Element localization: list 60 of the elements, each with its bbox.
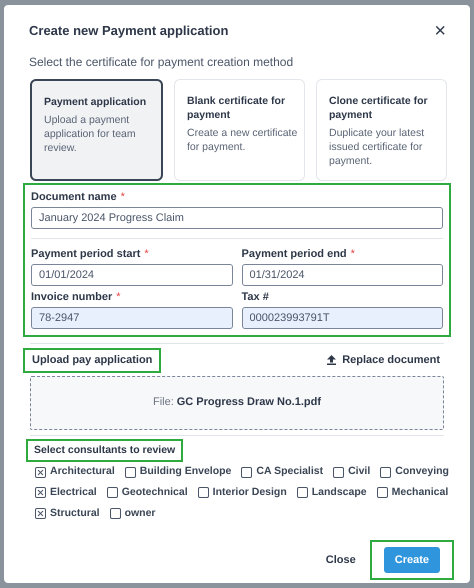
field-label: Invoice number (31, 291, 112, 304)
card-description: Duplicate your latest issued certificate for payment. (329, 126, 426, 168)
field-label: Document name (31, 191, 117, 204)
x-icon (37, 489, 44, 496)
consultant-checkbox[interactable]: Structural (35, 506, 100, 522)
consultant-checkbox[interactable]: CA Specialist (241, 464, 324, 480)
section-label: Select consultants to review (26, 438, 184, 462)
card-title: Payment application (44, 95, 146, 109)
consultant-checkbox[interactable]: Electrical (35, 485, 97, 501)
input-field[interactable]: 01/01/2024 (31, 264, 232, 286)
method-card[interactable]: Payment application Upload a payment application for team review. (30, 79, 163, 181)
checkbox[interactable] (124, 466, 136, 478)
checkbox[interactable] (198, 487, 209, 498)
method-card[interactable]: Clone certificate for payment Duplicate your latest issued certificate for payment. (316, 79, 447, 181)
file-drop-zone[interactable]: File: GC Progress Draw No.1.pdf (30, 376, 444, 430)
checkbox[interactable] (296, 487, 308, 498)
checkbox[interactable] (35, 466, 46, 478)
checkbox[interactable] (333, 466, 344, 478)
input-field[interactable]: January 2024 Progress Claim (31, 207, 443, 229)
field-label: Payment period end (242, 248, 347, 261)
required-asterisk: * (120, 191, 125, 204)
method-prompt: Select the certificate for payment creation method (28, 54, 294, 71)
card-title: Blank certificate for payment (187, 94, 286, 122)
checkbox[interactable] (380, 466, 392, 478)
consultant-checkbox[interactable]: Interior Design (198, 485, 287, 501)
method-card[interactable]: Blank certificate for payment Create a new certificate for payment. (174, 79, 305, 181)
consultant-checkbox[interactable]: Building Envelope (124, 464, 232, 480)
required-asterisk: * (144, 248, 149, 261)
file-label: File: (152, 395, 174, 410)
checkbox[interactable] (35, 508, 46, 520)
dialog-title: Create new Payment application (29, 22, 228, 40)
card-description: Upload a payment application for team review. (44, 113, 137, 155)
field-label: Tax # (242, 291, 269, 304)
checkbox[interactable] (241, 466, 252, 478)
checkbox[interactable] (35, 487, 46, 498)
input-field[interactable]: 000023993791T (242, 307, 443, 329)
section-label: Upload pay application (23, 348, 162, 372)
card-title: Clone certificate for payment (329, 94, 429, 122)
x-icon (37, 468, 44, 476)
input-field[interactable]: 78-2947 (31, 307, 232, 329)
required-asterisk: * (350, 248, 355, 261)
checkbox[interactable] (110, 508, 121, 520)
consultant-checkbox[interactable]: Architectural (35, 464, 115, 480)
upload-icon (327, 355, 336, 366)
input-field[interactable]: 01/31/2024 (242, 264, 443, 286)
consultant-checkbox[interactable]: Landscape (296, 485, 367, 501)
required-asterisk: * (116, 291, 121, 304)
replace-document-button[interactable]: Replace document (327, 352, 448, 368)
close-button[interactable]: Close (326, 552, 356, 568)
consultant-checkbox[interactable]: Conveying (380, 464, 449, 480)
consultant-checkbox[interactable]: Mechanical (376, 485, 448, 501)
checkbox[interactable] (376, 487, 388, 498)
x-icon (37, 510, 44, 518)
consultant-checkbox[interactable]: Civil (333, 464, 370, 480)
file-name: GC Progress Draw No.1.pdf (176, 395, 322, 410)
field-label: Payment period start (31, 248, 140, 261)
checkbox[interactable] (106, 487, 118, 498)
card-description: Create a new certificate for payment. (187, 126, 298, 154)
consultant-checkbox[interactable]: Geotechnical (106, 485, 188, 501)
consultant-checkbox[interactable]: owner (110, 506, 156, 522)
